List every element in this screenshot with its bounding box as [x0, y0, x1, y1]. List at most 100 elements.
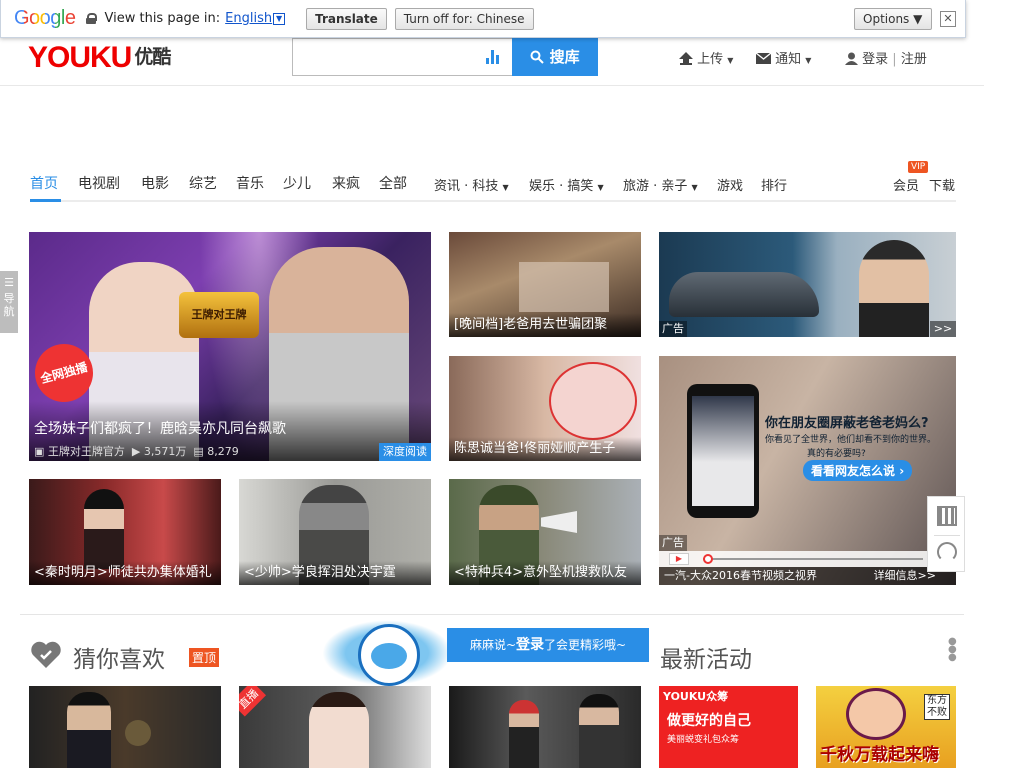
search-input[interactable]	[292, 38, 512, 76]
promo-text: 做更好的自己	[667, 713, 751, 729]
deep-read-tag[interactable]: 深度阅读	[379, 443, 431, 461]
progress-knob[interactable]	[703, 554, 713, 564]
nav-item-ent[interactable]: 娱乐 · 搞笑 ▼	[529, 175, 604, 194]
nav-item-rank[interactable]: 排行	[761, 175, 787, 194]
notify-link[interactable]: 通知 ▼	[755, 48, 811, 67]
menu-icon: ☰	[4, 276, 14, 289]
ad-q1: 你在朋友圈屏蔽老爸老妈么?	[765, 416, 929, 431]
video-tile[interactable]: [晚间档]老爸用去世骗团聚	[449, 232, 641, 337]
promo-sub: 美丽蜕变礼包众筹	[667, 735, 740, 745]
game-tile[interactable]: 东方不败 千秋万载起来嗨	[816, 686, 956, 768]
upload-icon	[679, 52, 693, 65]
play-icon[interactable]: ▶	[669, 553, 689, 565]
stage-logo: 王牌对王牌	[179, 292, 259, 338]
hero-title[interactable]: 全场妹子们都疯了！鹿晗吴亦凡同台飙歌	[34, 418, 286, 438]
site-header: YOUKU 优酷 搜库 上传 ▼ 通知 ▼ 登录 | 注册	[0, 38, 984, 86]
ad-tile[interactable]: 你在朋友圈屏蔽老爸老妈么? 你看见了全世界，他们却看不到你的世界。 真的有必要吗…	[659, 356, 956, 585]
nav-item-tv[interactable]: 电视剧	[78, 173, 120, 193]
guess-title: 猜你喜欢	[73, 647, 165, 673]
upload-link[interactable]: 上传 ▼	[679, 48, 733, 67]
tile-art	[309, 692, 369, 768]
ad-tile[interactable]: 广告 >>	[659, 232, 956, 337]
more-menu-icon[interactable]: ● ● ●	[948, 637, 957, 663]
tile-caption: 陈思诚当爸!佟丽娅顺产生子	[449, 437, 641, 461]
video-tile[interactable]: <少帅>学良挥泪处决宇霆	[239, 479, 431, 585]
tile-art	[67, 692, 111, 768]
nav-item-download[interactable]: 下载	[929, 175, 955, 194]
progress-track[interactable]	[703, 558, 923, 560]
headset-icon[interactable]	[937, 542, 957, 562]
ad-q3: 真的有必要吗?	[807, 449, 866, 459]
upload-label: 上传	[697, 52, 724, 67]
nav-item-movie[interactable]: 电影	[141, 173, 169, 193]
ad-player-bar: ▶	[659, 551, 956, 567]
nav-item-music[interactable]: 音乐	[236, 173, 264, 193]
video-tile[interactable]	[29, 686, 221, 768]
chevron-down-icon: ▼	[691, 183, 698, 192]
chart-icon[interactable]	[486, 50, 502, 64]
tip-login-link[interactable]: 登录	[516, 637, 544, 653]
pin-badge[interactable]: 置顶	[189, 648, 220, 667]
tile-art	[509, 700, 539, 768]
mail-icon	[755, 52, 772, 64]
active-indicator	[30, 199, 61, 202]
ad-caption: 一汽-大众2016春节视频之视界	[664, 569, 817, 582]
translate-button[interactable]: Translate	[306, 7, 387, 30]
channel-icon: ▣	[34, 445, 45, 458]
language-link[interactable]: English	[225, 11, 272, 26]
search-button[interactable]: 搜库	[512, 38, 598, 76]
nav-item-variety[interactable]: 综艺	[189, 173, 217, 193]
register-link[interactable]: 注册	[901, 52, 927, 67]
activity-title: 最新活动	[660, 647, 752, 673]
video-tile[interactable]: <秦时明月>师徒共办集体婚礼	[29, 479, 221, 585]
promo-brand: YOUKU众筹	[663, 690, 729, 703]
ad-person	[859, 240, 929, 337]
nav-ent-label: 娱乐 · 搞笑	[529, 179, 594, 194]
search-button-label: 搜库	[549, 48, 580, 66]
ad-q2: 你看见了全世界，他们却看不到你的世界。	[765, 435, 937, 445]
nav-item-games[interactable]: 游戏	[717, 175, 743, 194]
ad-cta-button[interactable]: 看看网友怎么说 ›	[803, 460, 913, 481]
comment-icon: ▤	[193, 445, 204, 458]
ad-cta-label: 看看网友怎么说	[811, 464, 896, 478]
video-tile[interactable]: 直播	[239, 686, 431, 768]
login-tip[interactable]: 麻麻说~登录了会更精彩哦~	[447, 628, 649, 662]
video-tile[interactable]	[449, 686, 641, 768]
live-tag: 直播	[239, 686, 267, 717]
ad-tag: 广告	[659, 535, 687, 551]
nav-item-laifeng[interactable]: 来疯	[332, 173, 360, 193]
nav-item-travel[interactable]: 旅游 · 亲子 ▼	[623, 175, 698, 194]
nav-item-all[interactable]: 全部	[379, 173, 407, 193]
logo-text: YOUKU	[28, 41, 132, 74]
nav-item-news[interactable]: 资讯 · 科技 ▼	[434, 175, 509, 194]
language-dropdown-icon[interactable]: ▼	[273, 12, 286, 25]
hero-channel[interactable]: 王牌对王牌官方	[48, 445, 125, 458]
translate-bar: Google View this page in: English ▼ Tran…	[0, 0, 966, 38]
nav-item-home[interactable]: 首页	[30, 173, 58, 193]
tile-art	[519, 262, 609, 312]
vip-badge: VIP	[908, 161, 929, 173]
tile-art	[549, 362, 637, 440]
promo-tile[interactable]: YOUKU众筹 做更好的自己 美丽蜕变礼包众筹	[659, 686, 798, 768]
login-link[interactable]: 登录	[862, 52, 888, 67]
qr-code-icon[interactable]	[937, 506, 957, 526]
ad-more[interactable]: >>	[930, 321, 956, 337]
side-nav-label: 导航	[3, 292, 15, 318]
tile-caption: <少帅>学良挥泪处决宇霆	[239, 561, 431, 585]
youku-logo[interactable]: YOUKU 优酷	[28, 41, 171, 75]
turn-off-button[interactable]: Turn off for: Chinese	[394, 7, 534, 30]
nav-item-member[interactable]: 会员	[893, 175, 919, 194]
options-button[interactable]: Options ▼	[854, 7, 932, 30]
tip-prefix: 麻麻说~	[469, 638, 516, 652]
game-tag: 东方不败	[924, 694, 950, 720]
close-icon[interactable]: ✕	[940, 10, 956, 27]
hero-tile[interactable]: 王牌对王牌 全网独播 全场妹子们都疯了！鹿晗吴亦凡同台飙歌 ▣ 王牌对王牌官方 …	[29, 232, 431, 461]
video-tile[interactable]: 陈思诚当爸!佟丽娅顺产生子	[449, 356, 641, 461]
divider	[934, 535, 960, 536]
side-nav-tab[interactable]: ☰ 导航	[0, 271, 18, 333]
translate-prompt: View this page in:	[104, 11, 221, 26]
hero-meta: ▣ 王牌对王牌官方 ▶ 3,571万 ▤ 8,279	[34, 443, 239, 459]
nav-news-label: 资讯 · 科技	[434, 179, 499, 194]
nav-item-kids[interactable]: 少儿	[283, 173, 311, 193]
video-tile[interactable]: <特种兵4>意外坠机搜救队友	[449, 479, 641, 585]
